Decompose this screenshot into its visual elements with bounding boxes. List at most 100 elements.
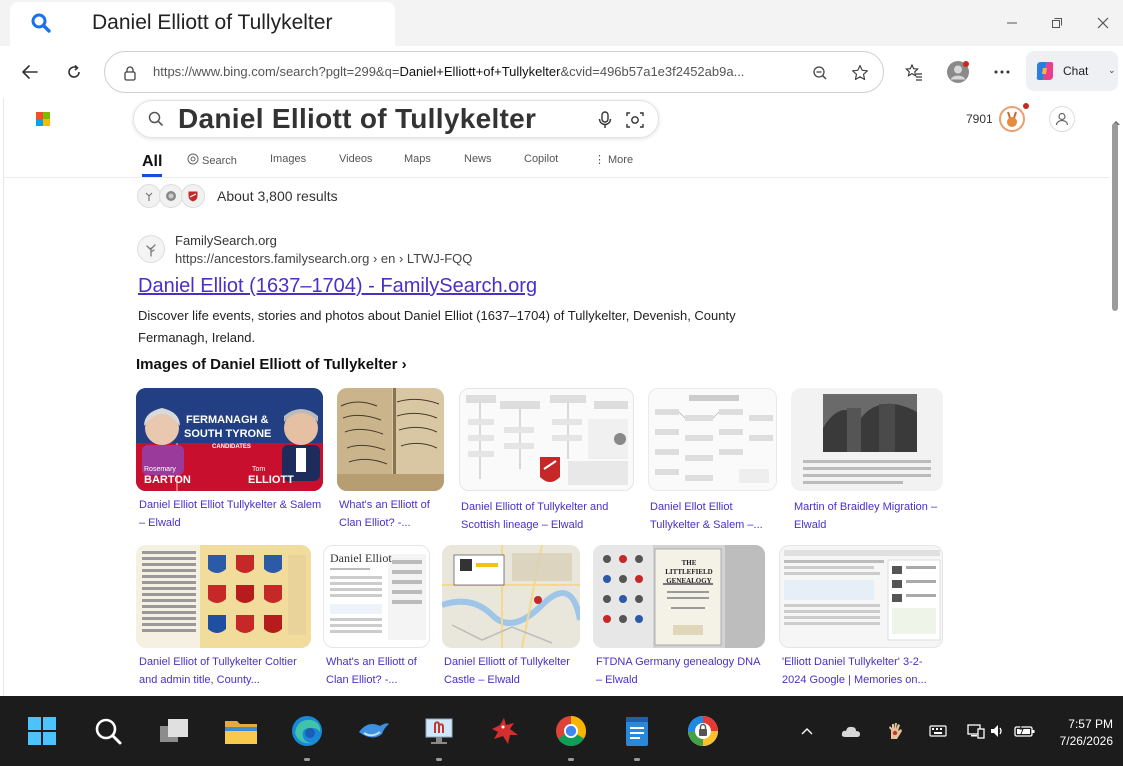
windows-start-icon[interactable]	[24, 713, 60, 749]
url-suffix: &cvid=496b57a1e3f2452ab9a...	[560, 64, 745, 79]
image-thumbnail[interactable]: Daniel Elliot	[323, 545, 430, 648]
image-caption[interactable]: Daniel Elliott of Tullykelter and Scotti…	[461, 498, 636, 534]
close-button[interactable]	[1090, 10, 1116, 36]
clock-date: 7/26/2026	[1059, 734, 1113, 748]
favorite-star-icon[interactable]	[849, 62, 871, 84]
image-thumbnail[interactable]: FERMANAGH & SOUTH TYRONE CANDIDATES Rose…	[136, 388, 323, 491]
image-thumbnail[interactable]	[442, 545, 580, 648]
zoom-icon[interactable]	[809, 62, 831, 84]
result-site-url[interactable]: https://ancestors.familysearch.org › en …	[175, 251, 472, 266]
url-text[interactable]: https://www.bing.com/search?pglt=299&q=D…	[153, 64, 803, 79]
familysearch-tree-icon[interactable]	[137, 184, 161, 208]
url-prefix: https://www.bing.com/search?pglt=299&q=	[153, 64, 400, 79]
image-caption[interactable]: What's an Elliott of Clan Elliot? -...	[326, 653, 430, 689]
more-options-icon[interactable]	[988, 58, 1016, 86]
taskbar-clock[interactable]: 7:57 PM 7/26/2026	[1043, 716, 1113, 750]
results-count: About 3,800 results	[217, 188, 338, 204]
taskbar-search-icon[interactable]	[90, 713, 126, 749]
back-button[interactable]	[16, 58, 44, 86]
site-badge-icon[interactable]	[159, 184, 183, 208]
tab-images[interactable]: Images	[270, 153, 306, 165]
tab-title: Daniel Elliott of Tullykelter	[92, 11, 333, 34]
image-caption[interactable]: Daniel Elliot of Tullykelter Coltier and…	[139, 653, 311, 689]
image-caption[interactable]: Daniel Elliot Elliot Tullykelter & Salem…	[139, 496, 329, 532]
tab-search[interactable]: Search	[187, 153, 237, 168]
minimize-button[interactable]	[999, 10, 1025, 36]
bing-search-box[interactable]: Daniel Elliott of Tullykelter	[133, 100, 659, 138]
microphone-icon[interactable]	[598, 111, 612, 134]
edge-browser-icon[interactable]	[289, 713, 325, 749]
image-caption[interactable]: FTDNA Germany genealogy DNA – Elwald	[596, 653, 766, 689]
thumb-subheading: CANDIDATES	[212, 444, 251, 450]
network-display-icon[interactable]	[965, 720, 987, 742]
image-caption[interactable]: Daniel Ellot Elliot Tullykelter & Salem …	[650, 498, 775, 534]
browser-tab[interactable]: Daniel Elliott of Tullykelter	[10, 2, 395, 46]
image-caption[interactable]: 'Elliott Daniel Tullykelter' 3-2-2024 Go…	[782, 653, 942, 689]
refresh-button[interactable]	[60, 58, 88, 86]
result-title-link[interactable]: Daniel Elliot (1637–1704) - FamilySearch…	[138, 275, 537, 298]
favorites-icon[interactable]	[900, 58, 928, 86]
results-count-row: About 3,800 results	[137, 182, 338, 210]
result-site-name[interactable]: FamilySearch.org	[175, 233, 277, 248]
rewards-points[interactable]: 7901	[966, 112, 993, 126]
tab-all[interactable]: All	[142, 153, 162, 171]
copilot-chat-button[interactable]: Chat ⌄	[1026, 51, 1118, 91]
microsoft-logo[interactable]	[36, 112, 50, 126]
familysearch-favicon-icon[interactable]	[137, 235, 165, 263]
tab-maps[interactable]: Maps	[404, 153, 431, 165]
image-thumbnail[interactable]	[791, 388, 943, 491]
restore-button[interactable]	[1044, 10, 1070, 36]
file-explorer-icon[interactable]	[223, 713, 259, 749]
visual-search-icon[interactable]	[626, 111, 644, 134]
thumb-name: ELLIOTT	[248, 474, 294, 486]
thumb-headline: FERMANAGH &	[186, 414, 269, 426]
image-thumbnail[interactable]: THE LITTLEFIELD GENEALOGY	[593, 545, 765, 648]
tab-videos[interactable]: Videos	[339, 153, 372, 165]
tray-hand-app-icon[interactable]	[884, 720, 906, 742]
copilot-icon	[1034, 60, 1056, 87]
remote-desktop-icon[interactable]	[421, 713, 457, 749]
tab-all-label: All	[142, 153, 163, 170]
lock-icon[interactable]	[119, 62, 141, 84]
keyboard-icon[interactable]	[927, 720, 949, 742]
tab-maps-label: Maps	[404, 153, 431, 165]
search-icon[interactable]	[148, 111, 164, 132]
tab-more[interactable]: ⋮ More	[594, 153, 634, 167]
notepad-icon[interactable]	[619, 713, 655, 749]
rewards-medal-icon[interactable]	[999, 106, 1025, 132]
elwald-shield-icon[interactable]	[181, 184, 205, 208]
volume-speaker-icon[interactable]	[987, 720, 1009, 742]
thumb-name: BARTON	[144, 474, 191, 486]
tab-images-label: Images	[270, 153, 307, 165]
address-bar[interactable]: https://www.bing.com/search?pglt=299&q=D…	[104, 51, 884, 93]
thumb-headline: SOUTH TYRONE	[184, 428, 272, 440]
tab-search-label: Search	[202, 154, 237, 167]
tab-news[interactable]: News	[464, 153, 492, 165]
tray-chevron-up-icon[interactable]	[796, 720, 818, 742]
remote-desktop-active-indicator	[436, 758, 442, 761]
onedrive-cloud-icon[interactable]	[840, 720, 862, 742]
app-swift-icon[interactable]	[356, 713, 392, 749]
tab-news-label: News	[464, 153, 492, 165]
chevron-down-icon: ⌄	[1108, 65, 1116, 75]
security-app-icon[interactable]	[685, 713, 721, 749]
image-caption[interactable]: What's an Elliott of Clan Elliot? -...	[339, 496, 447, 532]
image-thumbnail[interactable]	[136, 545, 311, 648]
image-caption[interactable]: Daniel Elliott of Tullykelter Castle – E…	[444, 653, 582, 689]
images-section-heading[interactable]: Images of Daniel Elliott of Tullykelter …	[136, 356, 407, 373]
search-query[interactable]: Daniel Elliott of Tullykelter	[178, 103, 536, 135]
tab-copilot[interactable]: Copilot	[524, 153, 558, 165]
chrome-browser-icon[interactable]	[553, 713, 589, 749]
image-thumbnail[interactable]	[779, 545, 943, 648]
scrollbar-thumb[interactable]	[1112, 123, 1118, 311]
red-lizard-app-icon[interactable]	[487, 713, 523, 749]
image-thumbnail[interactable]	[337, 388, 444, 491]
battery-icon[interactable]	[1014, 720, 1036, 742]
image-thumbnail[interactable]	[648, 388, 777, 491]
image-thumbnail[interactable]	[459, 388, 634, 491]
task-view-icon[interactable]	[156, 713, 192, 749]
profile-avatar-icon[interactable]	[944, 58, 972, 86]
user-profile-icon[interactable]	[1049, 106, 1075, 132]
tab-more-label: More	[608, 153, 634, 166]
image-caption[interactable]: Martin of Braidley Migration – Elwald	[794, 498, 944, 534]
